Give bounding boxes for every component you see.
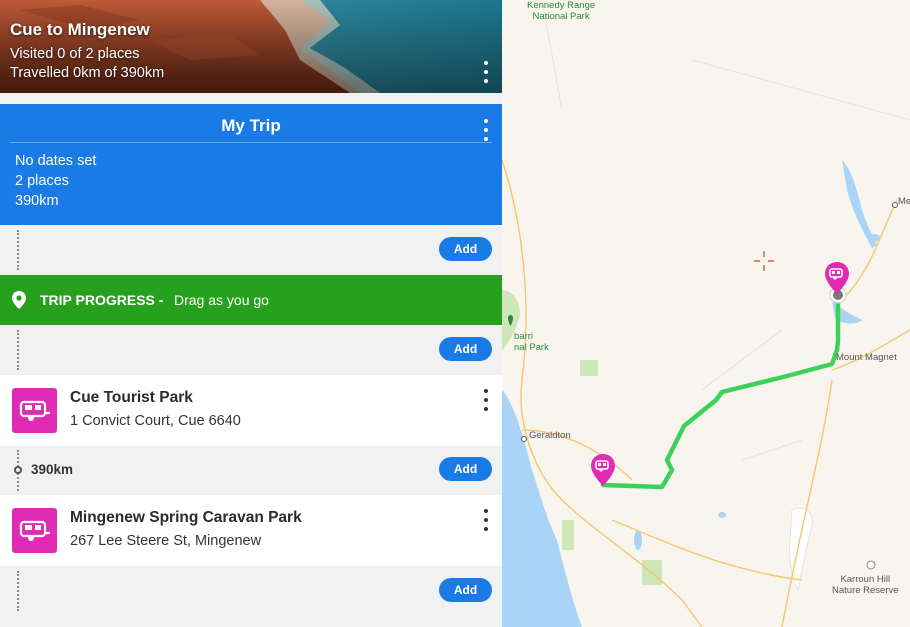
divider (10, 142, 492, 143)
map-pin-icon (12, 291, 26, 309)
add-button[interactable]: Add (439, 457, 492, 481)
lake (634, 530, 642, 550)
stop-address: 267 Lee Steere St, Mingenew (70, 533, 262, 549)
caravan-marker-icon[interactable] (590, 454, 616, 486)
stop-name: Mingenew Spring Caravan Park (70, 509, 302, 526)
map-label-me: Me (898, 196, 910, 207)
add-button[interactable]: Add (439, 337, 492, 361)
stop-menu-icon[interactable] (480, 509, 492, 531)
stop-name: Cue Tourist Park (70, 389, 193, 406)
crosshair-icon (754, 251, 774, 271)
town-dot (521, 436, 527, 442)
visited-count: Visited 0 of 2 places (10, 46, 140, 62)
trip-progress-hint: Drag as you go (174, 292, 269, 308)
map-label-line: barri (514, 331, 534, 342)
my-trip-card: My Trip No dates set 2 places 390km (0, 104, 502, 225)
town-dot (892, 202, 898, 208)
route-connector (17, 330, 19, 370)
reserve-icon (866, 560, 876, 570)
map-label-karroun-hill: Karroun Hill Nature Reserve (832, 574, 899, 596)
map-canvas[interactable] (502, 0, 910, 627)
route-connector (17, 230, 19, 270)
map-label-line: Kennedy Range (527, 0, 596, 11)
map-label-geraldton: Geraldton (529, 430, 571, 441)
add-button[interactable]: Add (439, 578, 492, 602)
route-connector (17, 571, 19, 611)
add-stop-row: Add (0, 225, 502, 275)
stop-item[interactable]: Mingenew Spring Caravan Park 267 Lee Ste… (0, 495, 502, 566)
my-trip-title: My Trip (221, 116, 281, 135)
route-dot-icon (14, 466, 22, 474)
stop-item[interactable]: Cue Tourist Park 1 Convict Court, Cue 66… (0, 375, 502, 446)
map-label-line: Nature Reserve (832, 585, 899, 596)
trip-panel: Cue to Mingenew Visited 0 of 2 places Tr… (0, 0, 502, 627)
leg-distance-row: 390km Add (0, 446, 502, 495)
my-trip-menu-icon[interactable] (480, 119, 492, 141)
caravan-marker-icon[interactable] (824, 262, 850, 294)
roads (502, 159, 910, 627)
ocean (502, 390, 582, 627)
map-label-kennedy-range: Kennedy Range National Park (527, 0, 595, 22)
route-map[interactable]: Kennedy Range National Park Me barri nal… (502, 0, 910, 627)
caravan-icon (12, 388, 57, 433)
add-button[interactable]: Add (439, 237, 492, 261)
salt-lake (789, 507, 813, 592)
park-patch (580, 360, 598, 376)
stop-address: 1 Convict Court, Cue 6640 (70, 413, 241, 429)
leg-distance: 390km (31, 462, 74, 477)
add-stop-row: Add (0, 566, 502, 616)
stop-menu-icon[interactable] (480, 389, 492, 411)
map-label-kalbarri: barri nal Park (514, 331, 549, 353)
map-label-line: National Park (532, 11, 590, 22)
map-label-line: nal Park (514, 342, 549, 353)
trip-title: Cue to Mingenew (10, 20, 150, 39)
lake (868, 234, 880, 242)
map-label-line: Karroun Hill (840, 574, 891, 585)
caravan-icon (12, 508, 57, 553)
trip-dates: No dates set (15, 153, 97, 169)
trip-header[interactable]: Cue to Mingenew Visited 0 of 2 places Tr… (0, 0, 502, 93)
route-line (600, 297, 841, 490)
trip-place-count: 2 places (15, 173, 70, 189)
lake (718, 512, 726, 518)
trip-header-menu-icon[interactable] (480, 61, 492, 83)
park-patch (562, 520, 574, 550)
travelled-distance: Travelled 0km of 390km (10, 65, 165, 81)
trip-progress-bar[interactable]: TRIP PROGRESS - Drag as you go (0, 275, 502, 325)
add-stop-row: Add (0, 325, 502, 375)
map-label-mount-magnet: Mount Magnet (836, 352, 897, 363)
trip-progress-label: TRIP PROGRESS - (40, 292, 164, 308)
trip-total-distance: 390km (15, 193, 59, 209)
